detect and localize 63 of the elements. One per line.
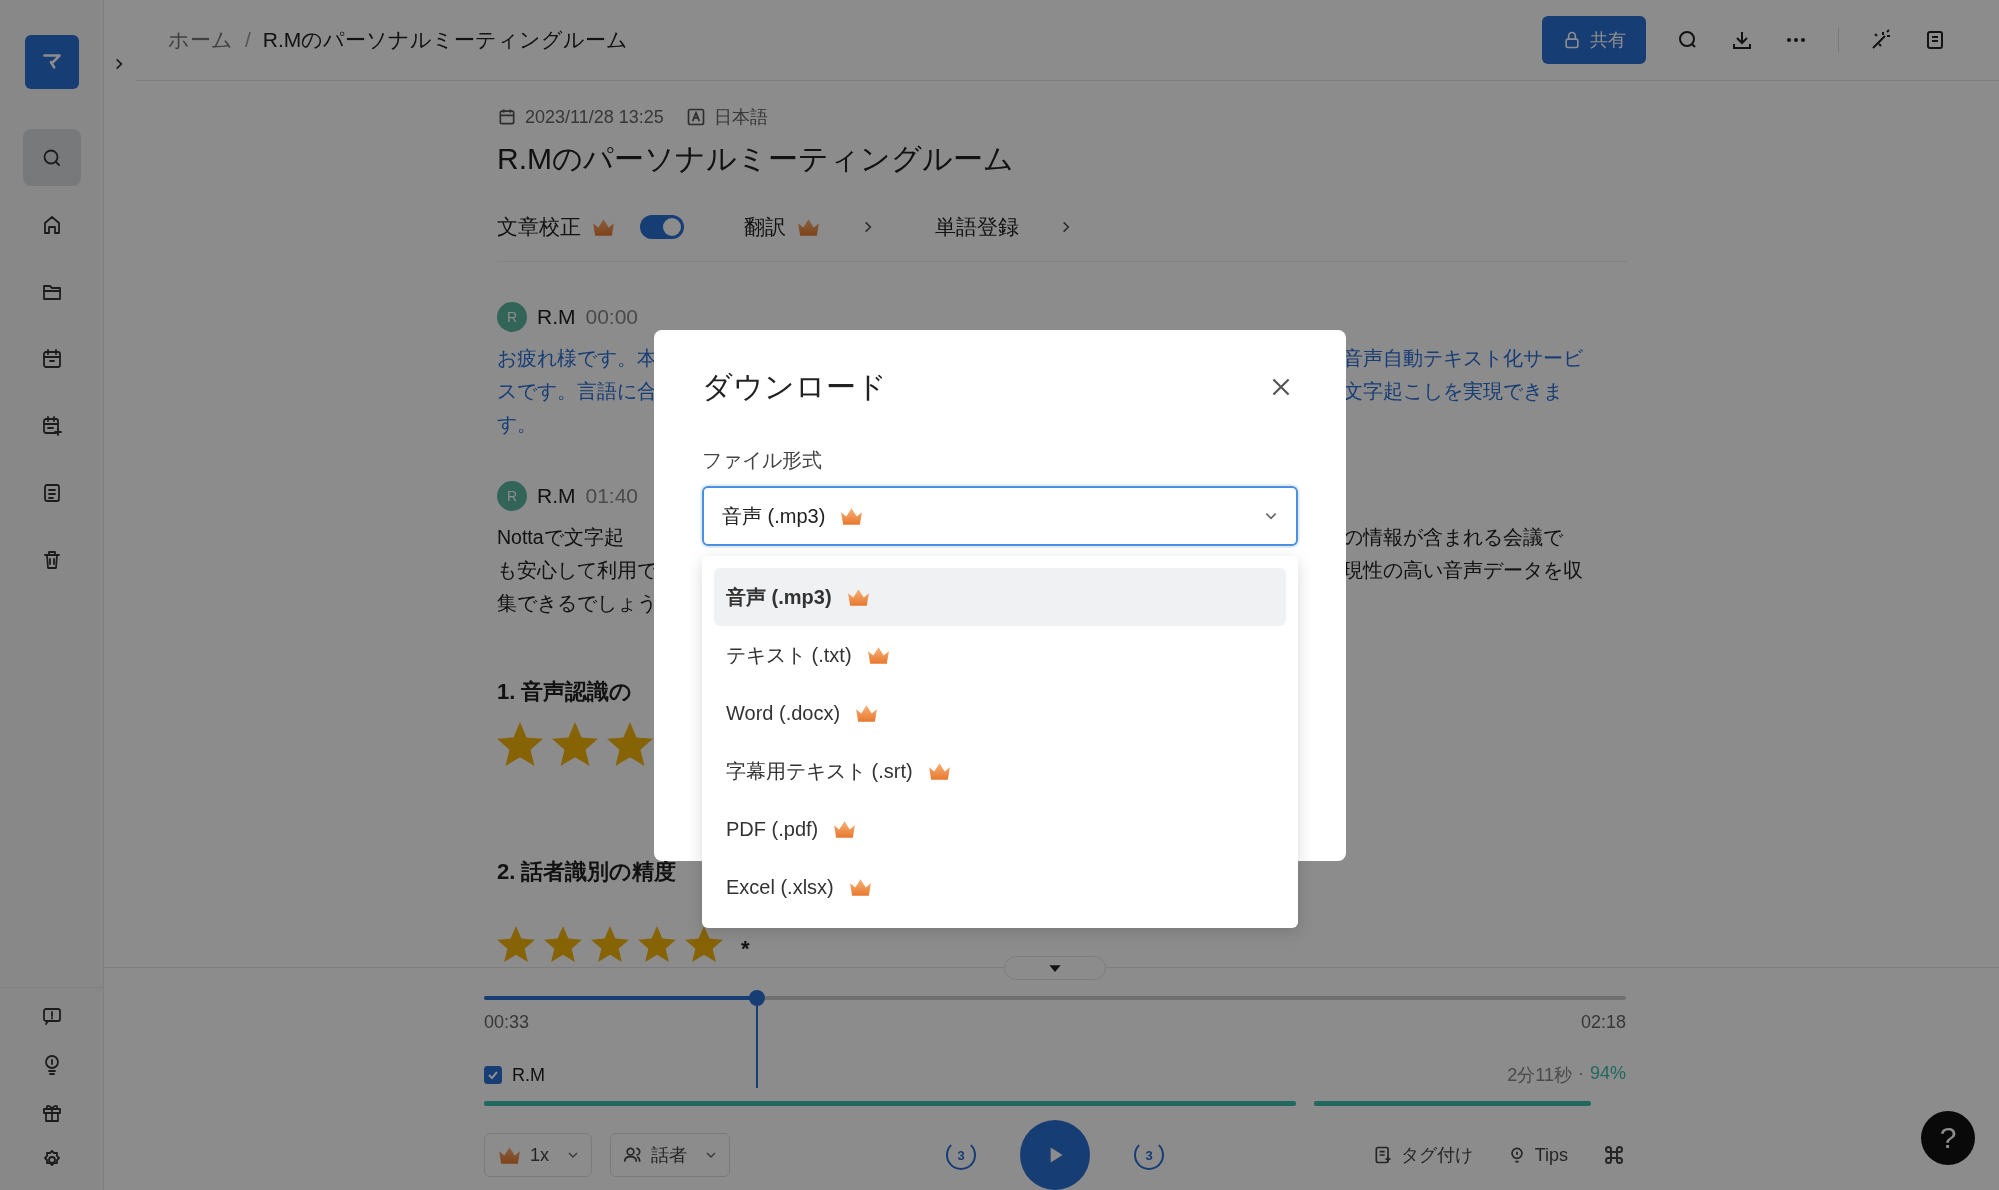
dropdown-option[interactable]: 音声 (.mp3) [714, 568, 1286, 626]
star-icon [552, 722, 598, 766]
transcript-text: Nottaで文字起 [497, 525, 625, 550]
section-heading: 1. 音声認識の [497, 678, 633, 706]
avatar: R [497, 481, 527, 511]
star-icon [685, 926, 723, 962]
avatar: R [497, 302, 527, 332]
dropdown-option[interactable]: テキスト (.txt) [714, 626, 1286, 684]
calendar-icon [497, 107, 517, 127]
speaker-name: R.M [512, 1064, 545, 1086]
toolbar-label[interactable]: 文章校正 [497, 213, 581, 241]
star-icon [591, 926, 629, 962]
star-icon [497, 722, 543, 766]
file-format-select[interactable]: 音声 (.mp3) [702, 486, 1298, 546]
tag-button[interactable]: タグ付け [1372, 1143, 1473, 1167]
transcript-text: 集できるでしょう [497, 591, 655, 616]
playhead-handle[interactable] [748, 990, 765, 1006]
breadcrumb-link[interactable]: R.Mのパーソナルミーティングルーム [262, 26, 629, 54]
check-icon [487, 1069, 499, 1081]
checkbox[interactable] [484, 1066, 502, 1084]
transcript-text: す。 [497, 412, 538, 437]
toolbar-label[interactable]: 翻訳 [744, 213, 786, 241]
transcript-text: スです。言語に合 [497, 379, 655, 404]
help-button[interactable]: ? [1921, 1111, 1975, 1165]
app-logo[interactable] [24, 35, 79, 89]
dropdown-option[interactable]: Word (.docx) [714, 684, 1286, 742]
transcript-text: 音声自動テキスト化サービ [1343, 346, 1584, 371]
triangle-down-icon [1048, 963, 1062, 973]
meeting-language: 日本語 [713, 106, 768, 129]
star-icon [497, 926, 535, 962]
breadcrumb-separator: / [245, 28, 251, 52]
speaker-name: R.M [537, 305, 576, 329]
star-icon [607, 722, 653, 766]
toolbar-label[interactable]: 単語登録 [935, 213, 1019, 241]
dropdown-option[interactable]: PDF (.pdf) [714, 800, 1286, 858]
dropdown-option[interactable]: Excel (.xlsx) [714, 858, 1286, 916]
current-time: 00:33 [484, 1012, 530, 1033]
meeting-date: 2023/11/28 13:25 [525, 106, 664, 128]
sidebar-item[interactable] [22, 129, 81, 186]
lock-icon [1562, 30, 1582, 50]
separator-dot: · [1577, 1063, 1584, 1085]
speed-dropdown[interactable]: 1x [484, 1133, 592, 1177]
meeting-title: R.Mのパーソナルミーティングルーム [497, 141, 1014, 177]
speaker-name: R.M [537, 484, 576, 508]
dropdown-option[interactable]: 字幕用テキスト (.srt) [714, 742, 1286, 800]
breadcrumb-link[interactable]: ホーム [168, 26, 233, 54]
speaking-percent: 94% [1589, 1063, 1626, 1085]
crown-icon [497, 1144, 522, 1166]
people-icon [623, 1145, 643, 1165]
tips-button[interactable]: Tips [1506, 1144, 1568, 1166]
speaking-duration: 2分11秒 [1507, 1064, 1572, 1087]
footnote-mark: * [741, 936, 750, 962]
language-icon [685, 107, 706, 127]
dialog-title: ダウンロード [702, 368, 887, 405]
star-icon [638, 926, 676, 962]
speaker-dropdown[interactable]: 話者 [610, 1133, 730, 1177]
field-label: ファイル形式 [702, 448, 822, 473]
command-key-icon[interactable] [1602, 1143, 1626, 1167]
section-heading: 2. 話者識別の精度 [497, 858, 677, 886]
share-button[interactable]: 共有 [1542, 16, 1646, 64]
star-icon [544, 926, 582, 962]
total-time: 02:18 [1580, 1012, 1626, 1033]
toggle-switch[interactable] [640, 215, 684, 239]
